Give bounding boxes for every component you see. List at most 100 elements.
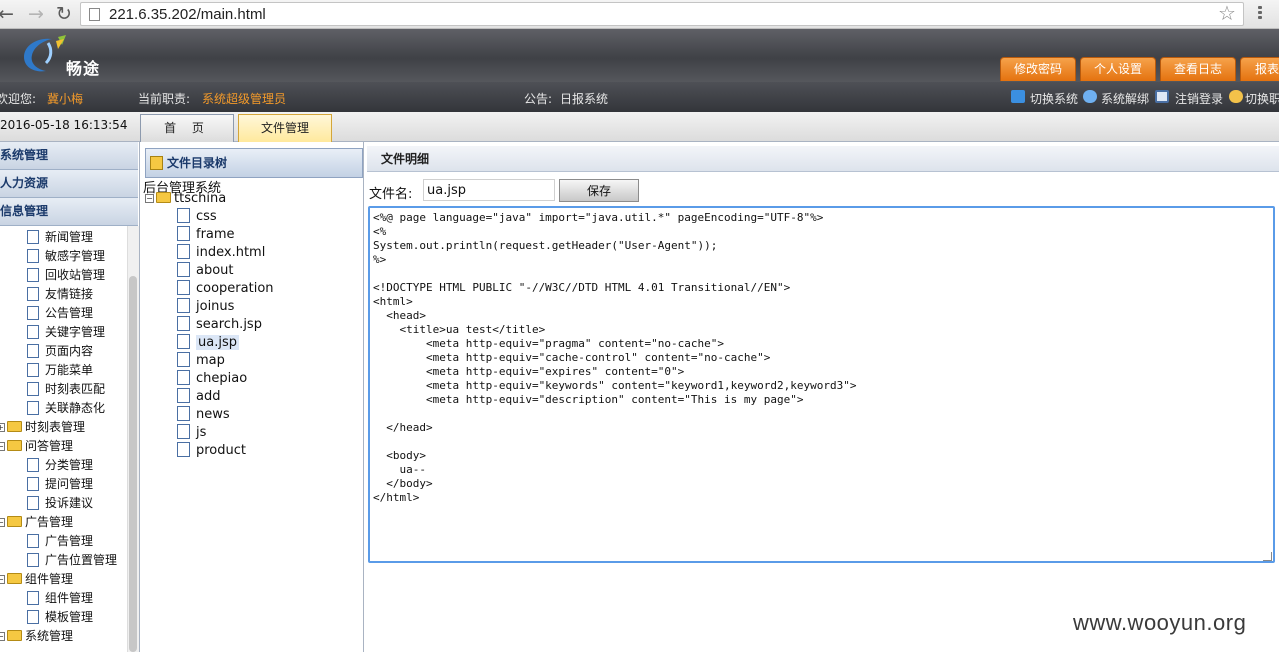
tree-file-item[interactable]: news [177, 406, 230, 424]
tree-file-label: map [196, 353, 225, 368]
section-human-resources[interactable]: 人力资源 [0, 170, 138, 198]
sidebar-item-label: 页面内容 [45, 344, 94, 358]
scrollbar-thumb[interactable] [129, 276, 137, 652]
sidebar-folder-item[interactable]: + 时刻表管理 [0, 418, 85, 437]
menu-icon[interactable] [1254, 4, 1266, 24]
system-unbind-link[interactable]: 系统解绑 [1101, 90, 1149, 107]
tree-file-item[interactable]: about [177, 262, 234, 280]
sidebar-item[interactable]: 回收站管理 [27, 266, 105, 285]
tree-file-item[interactable]: index.html [177, 244, 265, 262]
sidebar-item[interactable]: 组件管理 [27, 589, 93, 608]
switch-system-link[interactable]: 切换系统 [1030, 90, 1078, 107]
personal-settings-button[interactable]: 个人设置 [1080, 57, 1156, 81]
forward-icon[interactable]: → [24, 3, 48, 25]
sidebar-item[interactable]: 广告位置管理 [27, 551, 117, 570]
filename-input[interactable] [423, 179, 555, 201]
section-system-management[interactable]: 系统管理 [0, 142, 138, 170]
tree-file-item[interactable]: cooperation [177, 280, 274, 298]
datetime: 2016-05-18 16:13:54 [0, 118, 128, 132]
sidebar-item-label: 时刻表匹配 [45, 382, 106, 396]
sidebar-item[interactable]: 模板管理 [27, 608, 93, 627]
star-icon[interactable]: ☆ [1218, 1, 1236, 25]
tab-home[interactable]: 首 页 [140, 114, 234, 142]
file-icon [177, 280, 190, 295]
tree-file-label: about [196, 263, 234, 278]
change-password-button[interactable]: 修改密码 [1000, 57, 1076, 81]
sidebar-folder-item[interactable]: − 组件管理 [0, 570, 73, 589]
address-bar[interactable]: 221.6.35.202/main.html [80, 2, 1244, 26]
tree-file-item[interactable]: ua.jsp [177, 334, 239, 352]
tree-file-item[interactable]: search.jsp [177, 316, 262, 334]
sidebar-item[interactable]: 万能菜单 [27, 361, 93, 380]
file-icon [177, 244, 190, 259]
sidebar-item[interactable]: 公告管理 [27, 304, 93, 323]
sidebar-folder-item[interactable]: − 广告管理 [0, 513, 73, 532]
tree-file-item[interactable]: js [177, 424, 206, 442]
sidebar-item[interactable]: 新闻管理 [27, 228, 93, 247]
file-icon [27, 248, 39, 263]
sidebar-item[interactable]: 时刻表匹配 [27, 380, 105, 399]
folder-icon [7, 573, 22, 584]
code-editor[interactable] [368, 206, 1275, 563]
sidebar-item-label: 模板管理 [45, 610, 94, 624]
sidebar-item[interactable]: 页面内容 [27, 342, 93, 361]
sidebar-item[interactable]: 敏感字管理 [27, 247, 105, 266]
section-info-management[interactable]: 信息管理 [0, 198, 138, 226]
reload-icon[interactable]: ↻ [52, 3, 76, 25]
collapse-icon[interactable]: − [0, 632, 5, 641]
monitor-icon [1155, 90, 1169, 103]
sidebar-item-label: 回收站管理 [45, 268, 106, 282]
file-icon [27, 267, 39, 282]
file-icon [27, 590, 39, 605]
sidebar-item[interactable]: 关联静态化 [27, 399, 105, 418]
welcome-label: 欢迎您: [0, 92, 37, 106]
back-icon[interactable]: ← [0, 3, 18, 25]
tab-file-management[interactable]: 文件管理 [238, 114, 332, 142]
tree-folder-ttschina[interactable]: − ttschina [145, 190, 226, 208]
file-icon [177, 424, 190, 439]
sidebar-item-label: 组件管理 [25, 572, 74, 586]
sidebar-item[interactable]: 广告管理 [27, 532, 93, 551]
tree-file-item[interactable]: add [177, 388, 220, 406]
file-icon [27, 552, 39, 567]
folder-tree-icon [150, 156, 163, 170]
sidebar-folder-item[interactable]: − 系统管理 [0, 627, 73, 646]
sidebar-item[interactable]: 分类管理 [27, 456, 93, 475]
sidebar-folder-item[interactable]: − 问答管理 [0, 437, 73, 456]
collapse-icon[interactable]: − [145, 194, 154, 203]
collapse-icon[interactable]: − [0, 518, 5, 527]
user-unbind-icon [1083, 90, 1097, 103]
save-button[interactable]: 保存 [559, 179, 639, 202]
tree-file-label: frame [196, 227, 235, 242]
file-icon [177, 406, 190, 421]
sidebar-item[interactable]: 投诉建议 [27, 494, 93, 513]
switch-role-link[interactable]: 切换职 [1245, 90, 1279, 107]
resize-handle-icon[interactable] [1263, 552, 1272, 561]
file-icon [177, 226, 190, 241]
left-sidebar: 系统管理 人力资源 信息管理 新闻管理敏感字管理回收站管理友情链接 公告管理 关键字… [0, 142, 140, 652]
tree-file-item[interactable]: css [177, 208, 217, 226]
expand-icon[interactable]: + [0, 423, 5, 432]
sidebar-item[interactable]: 友情链接 [27, 285, 93, 304]
tree-file-item[interactable]: chepiao [177, 370, 247, 388]
tree-file-item[interactable]: joinus [177, 298, 234, 316]
report-button[interactable]: 报表 [1240, 57, 1279, 81]
sidebar-item-label: 投诉建议 [45, 496, 94, 510]
view-log-button[interactable]: 查看日志 [1160, 57, 1236, 81]
logout-link[interactable]: 注销登录 [1175, 90, 1223, 107]
tree-file-label: joinus [196, 299, 235, 314]
sidebar-item-label: 敏感字管理 [45, 249, 106, 263]
tree-file-item[interactable]: map [177, 352, 225, 370]
folder-icon [7, 630, 22, 641]
tree-file-label: css [196, 209, 217, 224]
sidebar-item[interactable]: 关键字管理 [27, 323, 105, 342]
collapse-icon[interactable]: − [0, 575, 5, 584]
url-text[interactable]: 221.6.35.202/main.html [109, 6, 266, 23]
sidebar-item-label: 广告管理 [25, 515, 74, 529]
tree-file-item[interactable]: frame [177, 226, 235, 244]
sidebar-item[interactable]: 提问管理 [27, 475, 93, 494]
collapse-icon[interactable]: − [0, 442, 5, 451]
page-icon [89, 8, 100, 21]
file-icon [177, 370, 190, 385]
tree-file-item[interactable]: product [177, 442, 246, 460]
